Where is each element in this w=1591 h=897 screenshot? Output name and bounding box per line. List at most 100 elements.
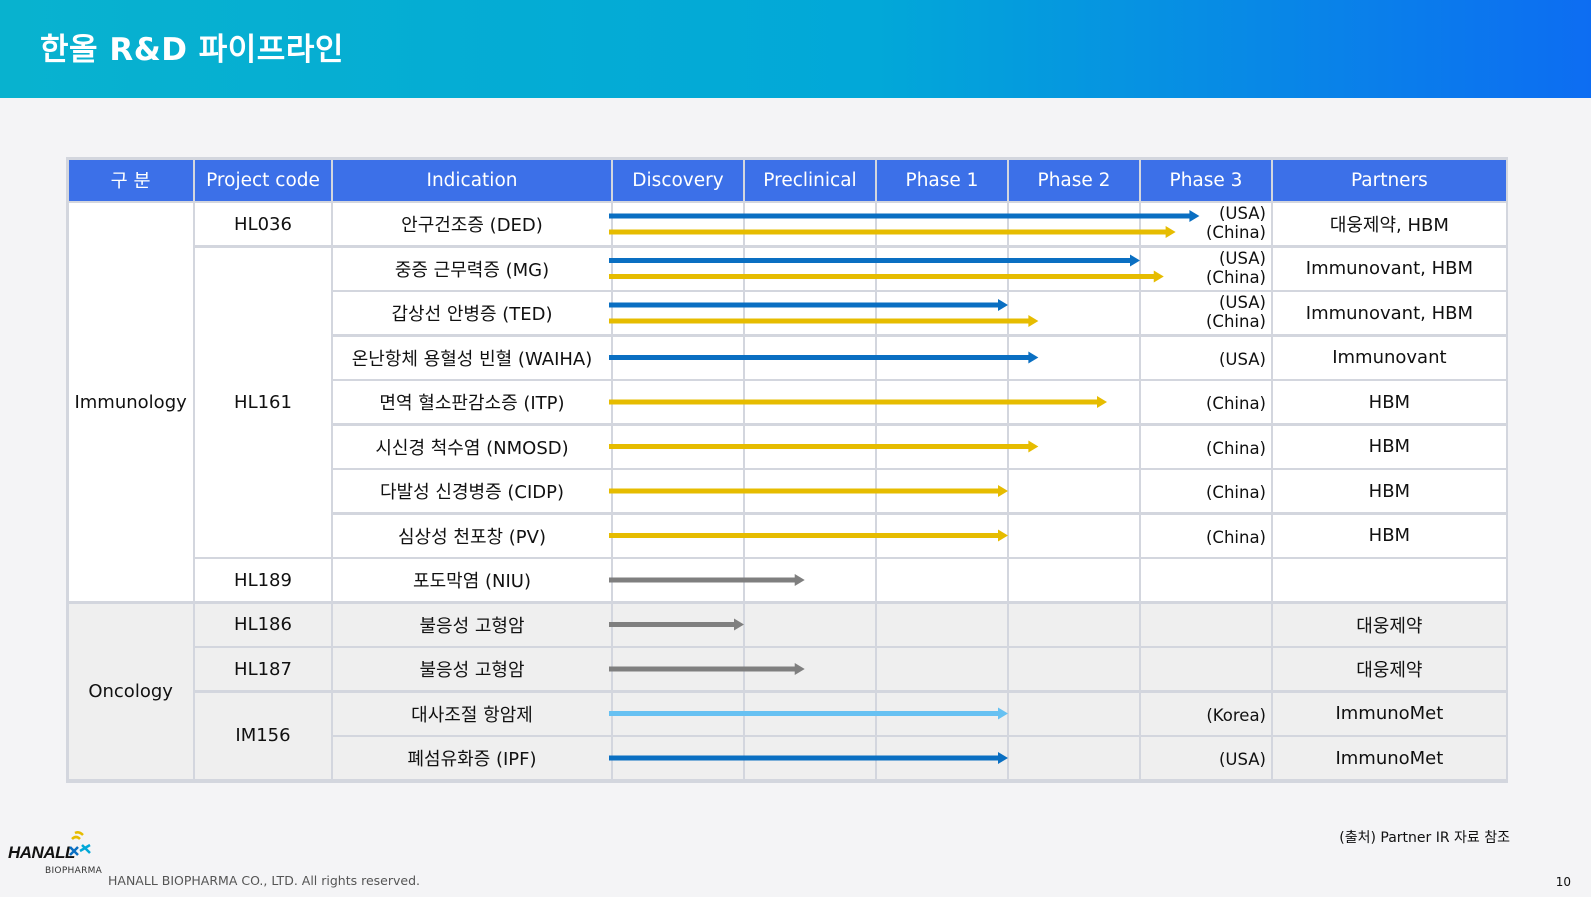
stage-cell (613, 381, 743, 423)
stage-cell (877, 247, 1007, 290)
header-preclinical: Preclinical (745, 159, 875, 201)
indication-cell: 불응성 고형암 (333, 603, 611, 646)
partners-cell: Immunovant (1273, 336, 1506, 379)
stage-cell (877, 425, 1007, 468)
company-logo: HANALL BIOPHARMA (8, 831, 102, 876)
stage-cell (1009, 514, 1139, 557)
partners-cell: ImmunoMet (1273, 692, 1506, 735)
stage-cell (1141, 559, 1271, 601)
indication-cell: 심상성 천포창 (PV) (333, 514, 611, 557)
logo-wordmark: HANALL (8, 843, 75, 862)
page-title: 한올 R&D 파이프라인 (40, 32, 344, 68)
stage-cell (1009, 292, 1139, 334)
stage-cell (1141, 648, 1271, 690)
code-hl187: HL187 (195, 648, 331, 690)
indication-cell: 갑상선 안병증 (TED) (333, 292, 611, 334)
partners-cell: HBM (1273, 381, 1506, 423)
stage-cell (877, 692, 1007, 735)
indication-cell: 안구건조증 (DED) (333, 203, 611, 245)
indication-cell: 면역 혈소판감소증 (ITP) (333, 381, 611, 423)
region-label: (China) (1205, 223, 1266, 242)
indication-cell: 포도막염 (NIU) (333, 559, 611, 601)
stage-cell (745, 247, 875, 290)
partners-cell: 대웅제약 (1273, 603, 1506, 646)
stage-cell (745, 470, 875, 512)
stage-cell (1009, 247, 1139, 290)
stage-cell (1009, 336, 1139, 379)
stage-cell (1009, 470, 1139, 512)
partners-cell: 대웅제약, HBM (1273, 203, 1506, 245)
stage-cell (613, 425, 743, 468)
stage-cell (1009, 425, 1139, 468)
header-partners: Partners (1273, 159, 1506, 201)
code-hl189: HL189 (195, 559, 331, 601)
stage-cell (745, 603, 875, 646)
partners-cell: HBM (1273, 425, 1506, 468)
code-hl036: HL036 (195, 203, 331, 245)
stage-cell (745, 292, 875, 334)
code-im156: IM156 (195, 692, 331, 779)
category-immunology: Immunology (68, 203, 193, 601)
stage-cell (877, 203, 1007, 245)
stage-cell (745, 692, 875, 735)
header-code: Project code (195, 159, 331, 201)
stage-cell (613, 336, 743, 379)
stage-cell (613, 692, 743, 735)
partners-cell: ImmunoMet (1273, 737, 1506, 779)
region-label: (China) (1205, 527, 1266, 547)
stage-cell (1009, 559, 1139, 601)
stage-cell (745, 203, 875, 245)
stage-cell (613, 514, 743, 557)
header-discovery: Discovery (613, 159, 743, 201)
region-label: (USA) (1218, 293, 1266, 312)
stage-cell (1009, 381, 1139, 423)
header-phase3: Phase 3 (1141, 159, 1271, 201)
stage-cell (745, 737, 875, 779)
partners-cell (1273, 559, 1506, 601)
stage-cell (613, 470, 743, 512)
logo-mark-icon (69, 831, 91, 856)
stage-cell (745, 648, 875, 690)
stage-cell (745, 381, 875, 423)
stage-cell (613, 203, 743, 245)
region-label: (China) (1205, 394, 1266, 413)
source-note: (출처) Partner IR 자료 참조 (1339, 830, 1510, 846)
region-label: (USA) (1218, 349, 1266, 369)
header-phase2: Phase 2 (1009, 159, 1139, 201)
stage-cell (877, 737, 1007, 779)
region-label: (Korea) (1206, 705, 1266, 725)
pipeline-table: 구 분 Project code Indication Discovery Precli… (66, 157, 1508, 783)
code-hl186: HL186 (195, 603, 331, 646)
indication-cell: 시신경 척수염 (NMOSD) (333, 425, 611, 468)
stage-cell (745, 336, 875, 379)
stage-cell (877, 470, 1007, 512)
partners-cell: HBM (1273, 514, 1506, 557)
stage-cell (1009, 603, 1139, 646)
partners-cell: HBM (1273, 470, 1506, 512)
indication-cell: 중증 근무력증 (MG) (333, 247, 611, 290)
stage-cell (877, 336, 1007, 379)
stage-cell (1009, 648, 1139, 690)
stage-cell (613, 737, 743, 779)
region-label: (China) (1205, 312, 1266, 331)
indication-cell: 온난항체 용혈성 빈혈 (WAIHA) (333, 336, 611, 379)
page-number: 10 (1555, 875, 1571, 889)
stage-cell (1009, 692, 1139, 735)
stage-cell (613, 292, 743, 334)
stage-cell (877, 559, 1007, 601)
indication-cell: 다발성 신경병증 (CIDP) (333, 470, 611, 512)
header-phase1: Phase 1 (877, 159, 1007, 201)
stage-cell (877, 381, 1007, 423)
stage-cell (613, 603, 743, 646)
region-label: (USA) (1218, 750, 1266, 769)
region-label: (USA) (1218, 204, 1266, 223)
stage-cell (745, 425, 875, 468)
stage-cell (877, 292, 1007, 334)
region-label: (China) (1205, 267, 1266, 287)
indication-cell: 대사조절 항암제 (333, 692, 611, 735)
copyright-text: HANALL BIOPHARMA CO., LTD. All rights re… (108, 873, 420, 888)
stage-cell (877, 648, 1007, 690)
stage-cell (1141, 603, 1271, 646)
partners-cell: Immunovant, HBM (1273, 292, 1506, 334)
stage-cell (1009, 203, 1139, 245)
